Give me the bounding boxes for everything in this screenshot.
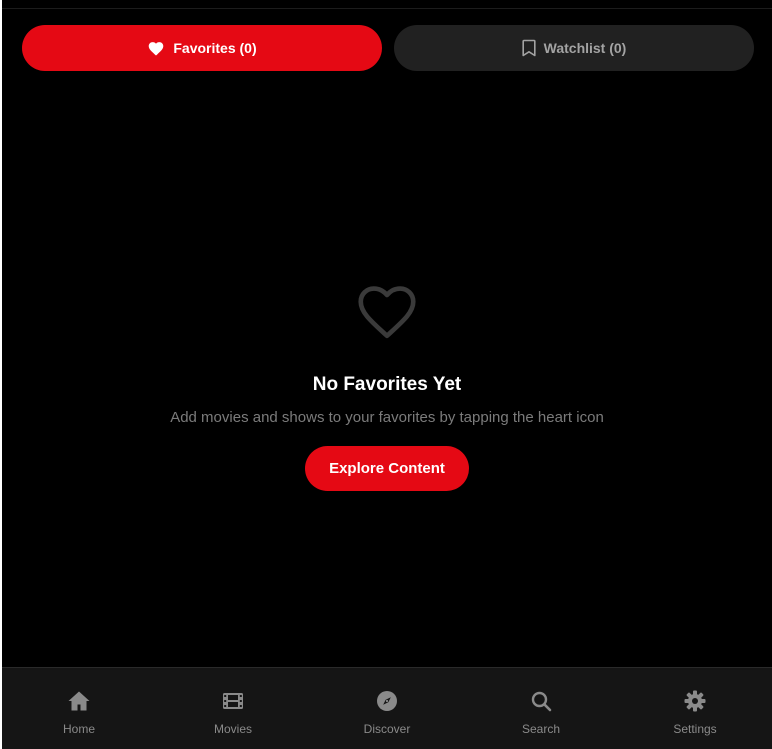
bookmark-icon — [522, 39, 536, 57]
nav-item-movies[interactable]: Movies — [156, 668, 310, 749]
explore-content-button[interactable]: Explore Content — [305, 446, 469, 491]
app-root: Favorites (0) Watchlist (0) No Favorites… — [2, 0, 772, 749]
nav-item-settings[interactable]: Settings — [618, 668, 772, 749]
search-icon — [531, 691, 552, 712]
heart-icon — [147, 40, 165, 56]
home-icon — [68, 691, 90, 711]
tab-favorites[interactable]: Favorites (0) — [22, 25, 382, 71]
nav-label-discover: Discover — [363, 722, 411, 736]
tab-favorites-label: Favorites (0) — [173, 40, 257, 56]
nav-label-search: Search — [521, 722, 561, 736]
tab-watchlist[interactable]: Watchlist (0) — [394, 25, 754, 71]
empty-state-subtitle: Add movies and shows to your favorites b… — [170, 409, 604, 426]
nav-label-movies: Movies — [213, 722, 252, 736]
tab-watchlist-label: Watchlist (0) — [543, 40, 627, 56]
nav-label-home: Home — [62, 722, 95, 736]
divider — [2, 8, 772, 9]
nav-item-home[interactable]: Home — [2, 668, 156, 749]
gear-icon — [684, 690, 706, 712]
compass-icon — [377, 691, 397, 711]
empty-state: No Favorites Yet Add movies and shows to… — [2, 276, 772, 491]
bottom-nav: Home Movies Discover Search Settings — [2, 667, 772, 749]
nav-item-search[interactable]: Search — [464, 668, 618, 749]
nav-item-discover[interactable]: Discover — [310, 668, 464, 749]
empty-state-title: No Favorites Yet — [312, 374, 462, 395]
film-icon — [223, 693, 243, 709]
heart-outline-icon — [358, 286, 416, 339]
nav-label-settings: Settings — [673, 722, 717, 736]
